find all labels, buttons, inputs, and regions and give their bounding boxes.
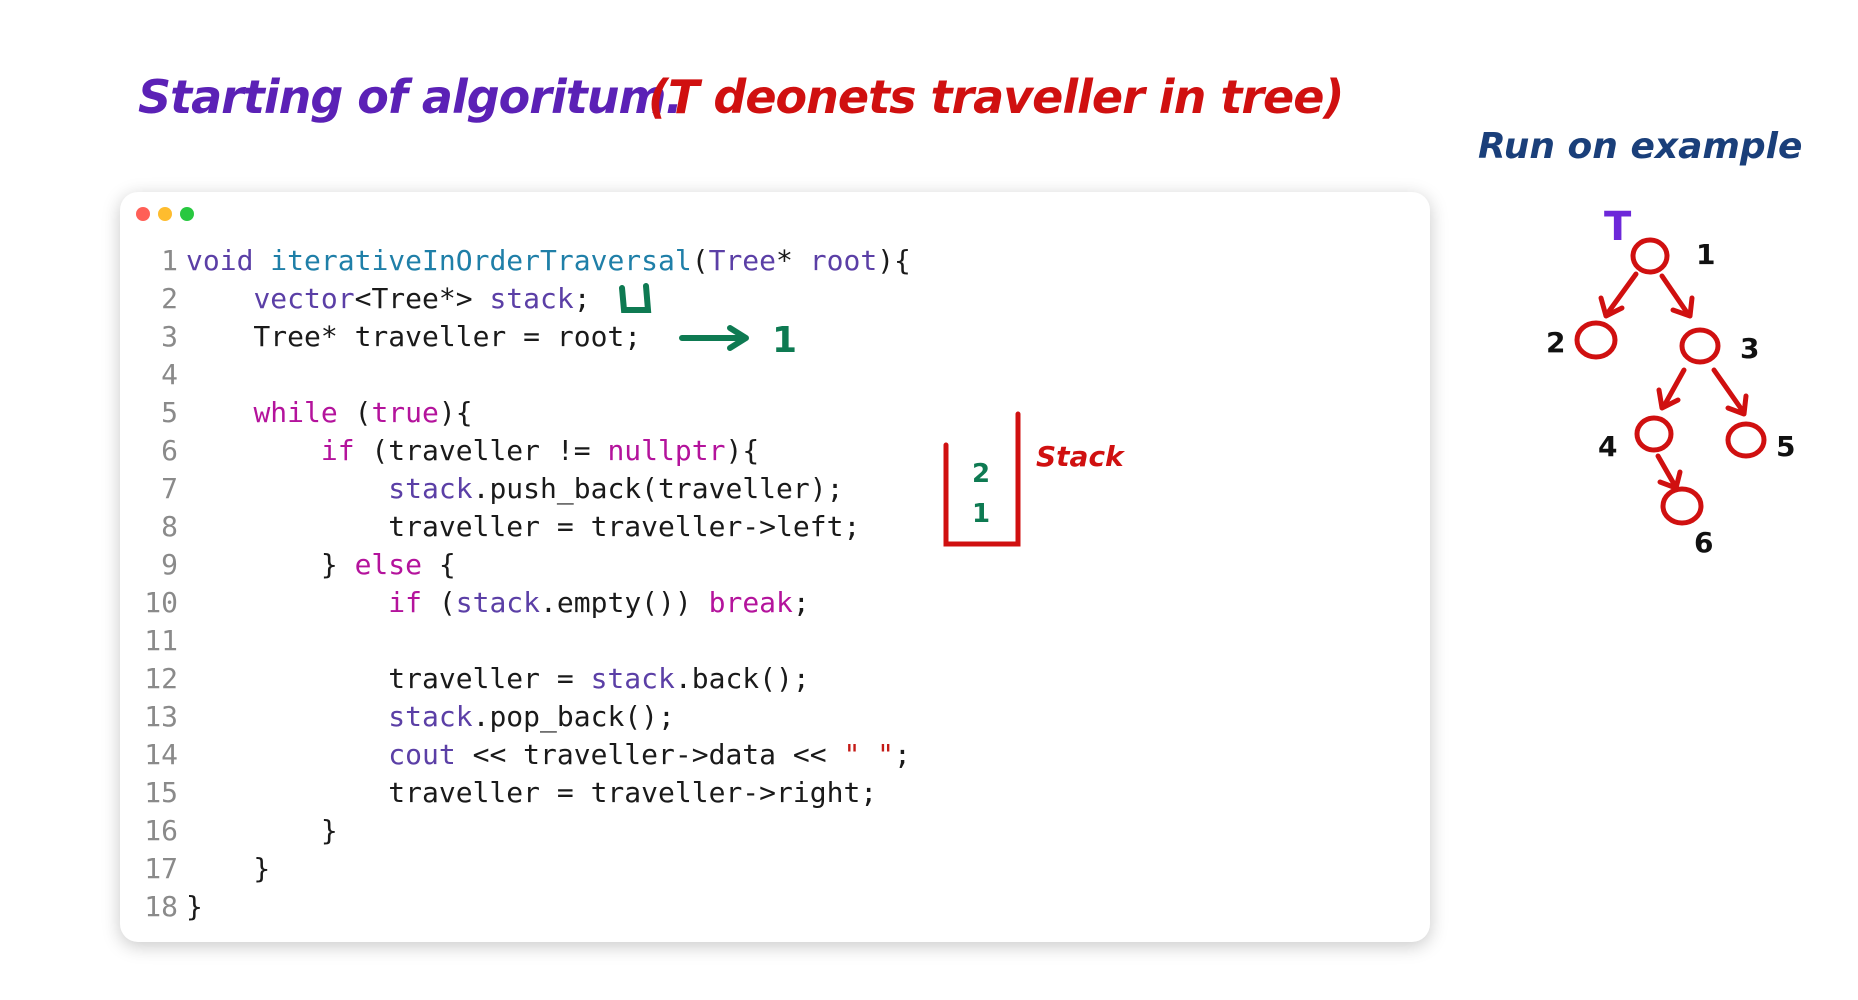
tree-edge-4-6: [1655, 453, 1683, 491]
tree-label-4: 4: [1598, 430, 1617, 463]
traveller-marker: T: [1604, 204, 1632, 250]
tree-edge-1-2: [1598, 271, 1639, 319]
tree-label-6: 6: [1694, 526, 1713, 559]
tree-label-3: 3: [1740, 332, 1759, 365]
tree-edge-3-5: [1711, 367, 1749, 417]
empty-stack-bracket-icon: [619, 283, 652, 313]
tree-node-4: [1634, 415, 1674, 453]
stack-item-bottom: 1: [972, 499, 990, 529]
annotation-overlay: 1 Stack 2 1 1 2 3 4 5 6 T: [619, 204, 1795, 559]
tree-node-5: [1725, 421, 1767, 459]
traveller-value: 1: [772, 320, 797, 361]
tree-label-5: 5: [1776, 430, 1795, 463]
tree-label-2: 2: [1546, 326, 1565, 359]
tree-label-1: 1: [1696, 238, 1715, 271]
tree-edge-1-3: [1659, 273, 1695, 319]
tree-node-3: [1679, 327, 1721, 365]
stack-item-top: 2: [972, 459, 990, 489]
tree-edge-3-4: [1656, 367, 1687, 411]
tree-node-2: [1574, 320, 1618, 360]
tree-node-6: [1660, 486, 1704, 526]
tree-node-1: [1630, 237, 1670, 275]
stack-label: Stack: [1036, 440, 1126, 473]
arrow-right-icon: [679, 325, 749, 351]
